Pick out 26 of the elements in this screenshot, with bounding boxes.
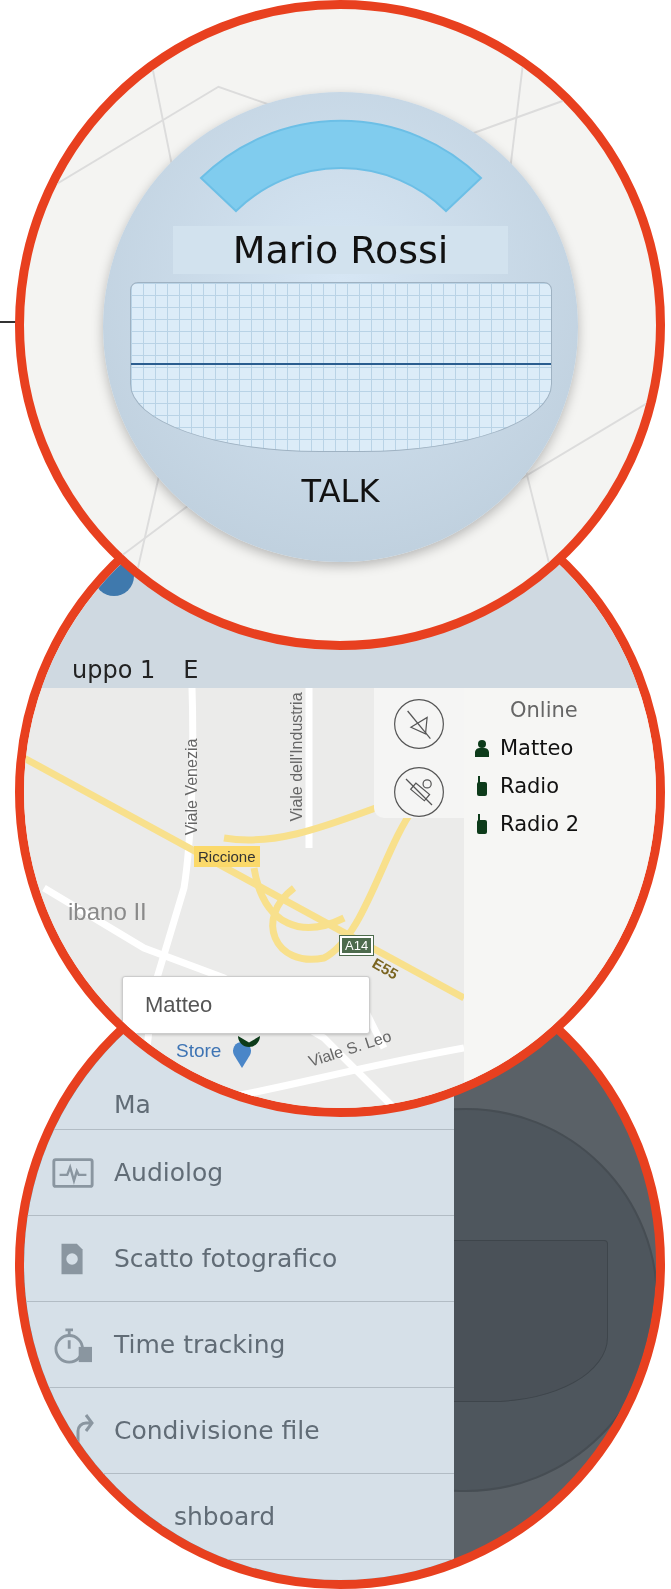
street-label: Viale Venezia bbox=[183, 738, 202, 836]
map-pin-icon bbox=[232, 1041, 252, 1069]
contact-name: Mario Rossi bbox=[172, 226, 509, 274]
talk-dial[interactable]: Mario Rossi TALK bbox=[103, 92, 578, 562]
road-shield: A14 bbox=[340, 936, 374, 955]
talk-label: TALK bbox=[301, 472, 380, 510]
group-tab[interactable]: E bbox=[183, 656, 199, 684]
menu-item[interactable]: shboard bbox=[24, 1474, 454, 1560]
walkie-talkie-icon bbox=[474, 776, 490, 796]
street-label: Viale dell'Industria bbox=[287, 692, 306, 822]
place-label: ibano II bbox=[68, 898, 147, 926]
menu-item[interactable]: Scatto fotografico bbox=[24, 1216, 454, 1302]
menu-item[interactable]: Audiolog bbox=[24, 1130, 454, 1216]
town-label: Riccione bbox=[194, 846, 260, 867]
person-icon bbox=[474, 738, 490, 758]
menu-item[interactable]: Time tracking bbox=[24, 1302, 454, 1388]
panel-title: Online bbox=[510, 698, 579, 722]
walkie-talkie-icon bbox=[474, 814, 490, 834]
user-marker-icon bbox=[238, 1036, 260, 1047]
online-user[interactable]: Radio 2 bbox=[474, 812, 656, 836]
online-user[interactable]: Radio bbox=[474, 774, 656, 798]
online-user[interactable]: Matteo bbox=[474, 736, 656, 760]
route-label: E55 bbox=[369, 954, 402, 983]
group-tab[interactable]: uppo 1 bbox=[72, 656, 156, 684]
place-label: Store bbox=[176, 1040, 222, 1062]
marker-popup[interactable]: Matteo bbox=[122, 976, 370, 1034]
